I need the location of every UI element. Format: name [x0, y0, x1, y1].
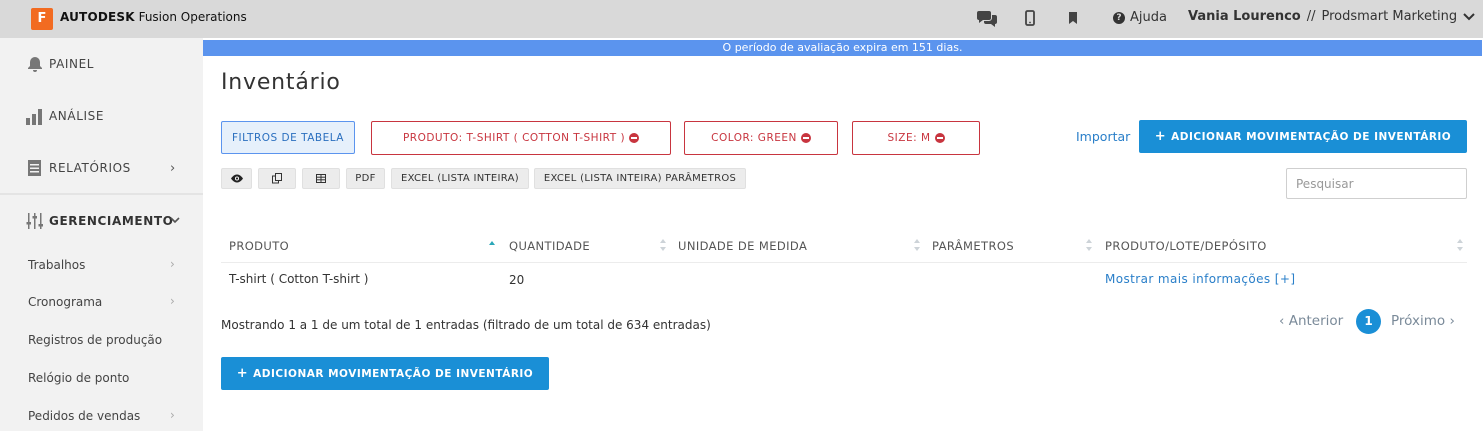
page-title: Inventário: [221, 70, 341, 95]
csv-button[interactable]: [302, 168, 340, 189]
chevron-right-icon: ›: [170, 408, 175, 422]
sidebar-sub-relogio[interactable]: Relógio de ponto: [28, 371, 129, 385]
column-header-parametros[interactable]: PARÂMETROS: [932, 239, 1014, 253]
sidebar-label-relatorios: RELATÓRIOS: [49, 161, 131, 175]
sort-icon[interactable]: [1456, 238, 1464, 252]
top-bar: F AUTODESK Fusion Operations ? Ajuda Van…: [0, 0, 1483, 38]
user-menu[interactable]: Vania Lourenco // Prodsmart Marketing: [1188, 9, 1475, 24]
sidebar-divider: [0, 193, 203, 195]
show-more-info-link[interactable]: Mostrar mais informações [+]: [1105, 272, 1295, 286]
sidebar-sub-trabalhos[interactable]: Trabalhos: [28, 258, 85, 272]
search-input[interactable]: [1286, 168, 1467, 199]
table-filters-button[interactable]: FILTROS DE TABELA: [221, 121, 355, 154]
sidebar-label-gerenciamento: GERENCIAMENTO: [49, 214, 174, 228]
copy-button[interactable]: [258, 168, 296, 189]
document-icon: [28, 160, 41, 176]
column-header-quantidade[interactable]: QUANTIDADE: [509, 239, 590, 253]
table-info: Mostrando 1 a 1 de um total de 1 entrada…: [221, 318, 711, 332]
filter-chip-produto[interactable]: PRODUTO: T-SHIRT ( COTTON T-SHIRT ): [371, 121, 671, 155]
cell-quantidade: 20: [509, 273, 525, 287]
sidebar-label-painel: PAINEL: [49, 57, 95, 71]
sidebar-sub-cronograma[interactable]: Cronograma: [28, 295, 102, 309]
plus-icon: +: [236, 366, 249, 381]
company-name: Prodsmart Marketing: [1321, 9, 1458, 24]
sort-icon[interactable]: [913, 238, 921, 252]
excel-button[interactable]: EXCEL (LISTA INTEIRA): [391, 168, 529, 189]
sidebar-item-painel[interactable]: PAINEL: [0, 53, 203, 75]
filter-chip-color[interactable]: COLOR: GREEN: [684, 121, 838, 155]
help-label: Ajuda: [1130, 10, 1167, 25]
filter-chip-size[interactable]: SIZE: M: [852, 121, 980, 155]
filter-chip-label: COLOR: GREEN: [711, 132, 797, 144]
column-header-produto[interactable]: PRODUTO: [229, 239, 289, 253]
sidebar-label-analise: ANÁLISE: [49, 109, 105, 123]
sidebar-item-gerenciamento[interactable]: GERENCIAMENTO: [0, 210, 203, 232]
pagination-next[interactable]: Próximo ›: [1391, 313, 1455, 329]
column-header-unidade[interactable]: UNIDADE DE MEDIDA: [678, 239, 807, 253]
chevron-right-icon: ›: [170, 294, 175, 308]
question-icon: ?: [1113, 11, 1125, 24]
sliders-icon: [26, 213, 43, 229]
help-link[interactable]: ? Ajuda: [1113, 10, 1167, 25]
sidebar: PAINEL ANÁLISE RELATÓRIOS › GERENCIAMENT…: [0, 38, 203, 431]
pagination-previous-label: Anterior: [1288, 313, 1344, 329]
trial-banner: O período de avaliação expira em 151 dia…: [203, 40, 1482, 56]
column-header-produto-lote-deposito[interactable]: PRODUTO/LOTE/DEPÓSITO: [1105, 239, 1267, 253]
brand-rest: Fusion Operations: [138, 10, 247, 24]
remove-circle-icon[interactable]: [934, 133, 945, 143]
pdf-button[interactable]: PDF: [346, 168, 385, 189]
filter-chip-label: SIZE: M: [887, 132, 931, 144]
column-visibility-button[interactable]: [221, 168, 252, 189]
chevron-right-icon: ›: [170, 160, 176, 176]
bookmark-icon[interactable]: [1066, 6, 1080, 30]
sort-icon[interactable]: [1085, 238, 1093, 252]
chevron-right-icon: ›: [170, 257, 175, 271]
import-link[interactable]: Importar: [1076, 129, 1130, 144]
fusion-logo[interactable]: F: [31, 8, 53, 30]
sort-icon[interactable]: [659, 238, 667, 252]
bar-chart-icon: [26, 109, 42, 125]
excel-params-button[interactable]: EXCEL (LISTA INTEIRA) PARÂMETROS: [534, 168, 746, 189]
eye-icon: [230, 174, 243, 183]
chat-icon[interactable]: [975, 6, 999, 30]
remove-circle-icon[interactable]: [629, 133, 640, 143]
add-inventory-movement-button-bottom[interactable]: + ADICIONAR MOVIMENTAÇÃO DE INVENTÁRIO: [221, 357, 549, 390]
add-button-label: ADICIONAR MOVIMENTAÇÃO DE INVENTÁRIO: [253, 367, 534, 380]
plus-icon: +: [1154, 129, 1167, 144]
cell-produto: T-shirt ( Cotton T-shirt ): [229, 272, 369, 286]
chevron-down-icon: [1463, 12, 1475, 20]
chevron-down-icon: [170, 217, 180, 224]
brand-bold: AUTODESK: [60, 10, 135, 24]
sort-asc-icon[interactable]: [488, 238, 496, 252]
copy-icon: [271, 173, 282, 184]
user-name: Vania Lourenco: [1188, 9, 1301, 24]
pagination-previous[interactable]: ‹ Anterior: [1279, 313, 1343, 329]
add-button-label: ADICIONAR MOVIMENTAÇÃO DE INVENTÁRIO: [1171, 130, 1452, 143]
sidebar-item-relatorios[interactable]: RELATÓRIOS ›: [0, 157, 203, 179]
sidebar-item-analise[interactable]: ANÁLISE: [0, 105, 203, 127]
bell-icon: [28, 57, 42, 72]
brand-name: AUTODESK Fusion Operations: [60, 10, 247, 24]
pagination-next-label: Próximo: [1391, 313, 1446, 329]
add-inventory-movement-button[interactable]: + ADICIONAR MOVIMENTAÇÃO DE INVENTÁRIO: [1139, 120, 1467, 153]
mobile-icon[interactable]: [1022, 6, 1038, 30]
user-separator: //: [1306, 9, 1316, 24]
remove-circle-icon[interactable]: [800, 133, 811, 143]
table-header-divider: [221, 262, 1467, 263]
table-icon: [316, 174, 326, 183]
filter-chip-label: PRODUTO: T-SHIRT ( COTTON T-SHIRT ): [402, 132, 626, 144]
sidebar-sub-pedidos[interactable]: Pedidos de vendas: [28, 409, 140, 423]
sidebar-sub-registros[interactable]: Registros de produção: [28, 333, 162, 347]
pagination-current-page[interactable]: 1: [1356, 309, 1381, 334]
